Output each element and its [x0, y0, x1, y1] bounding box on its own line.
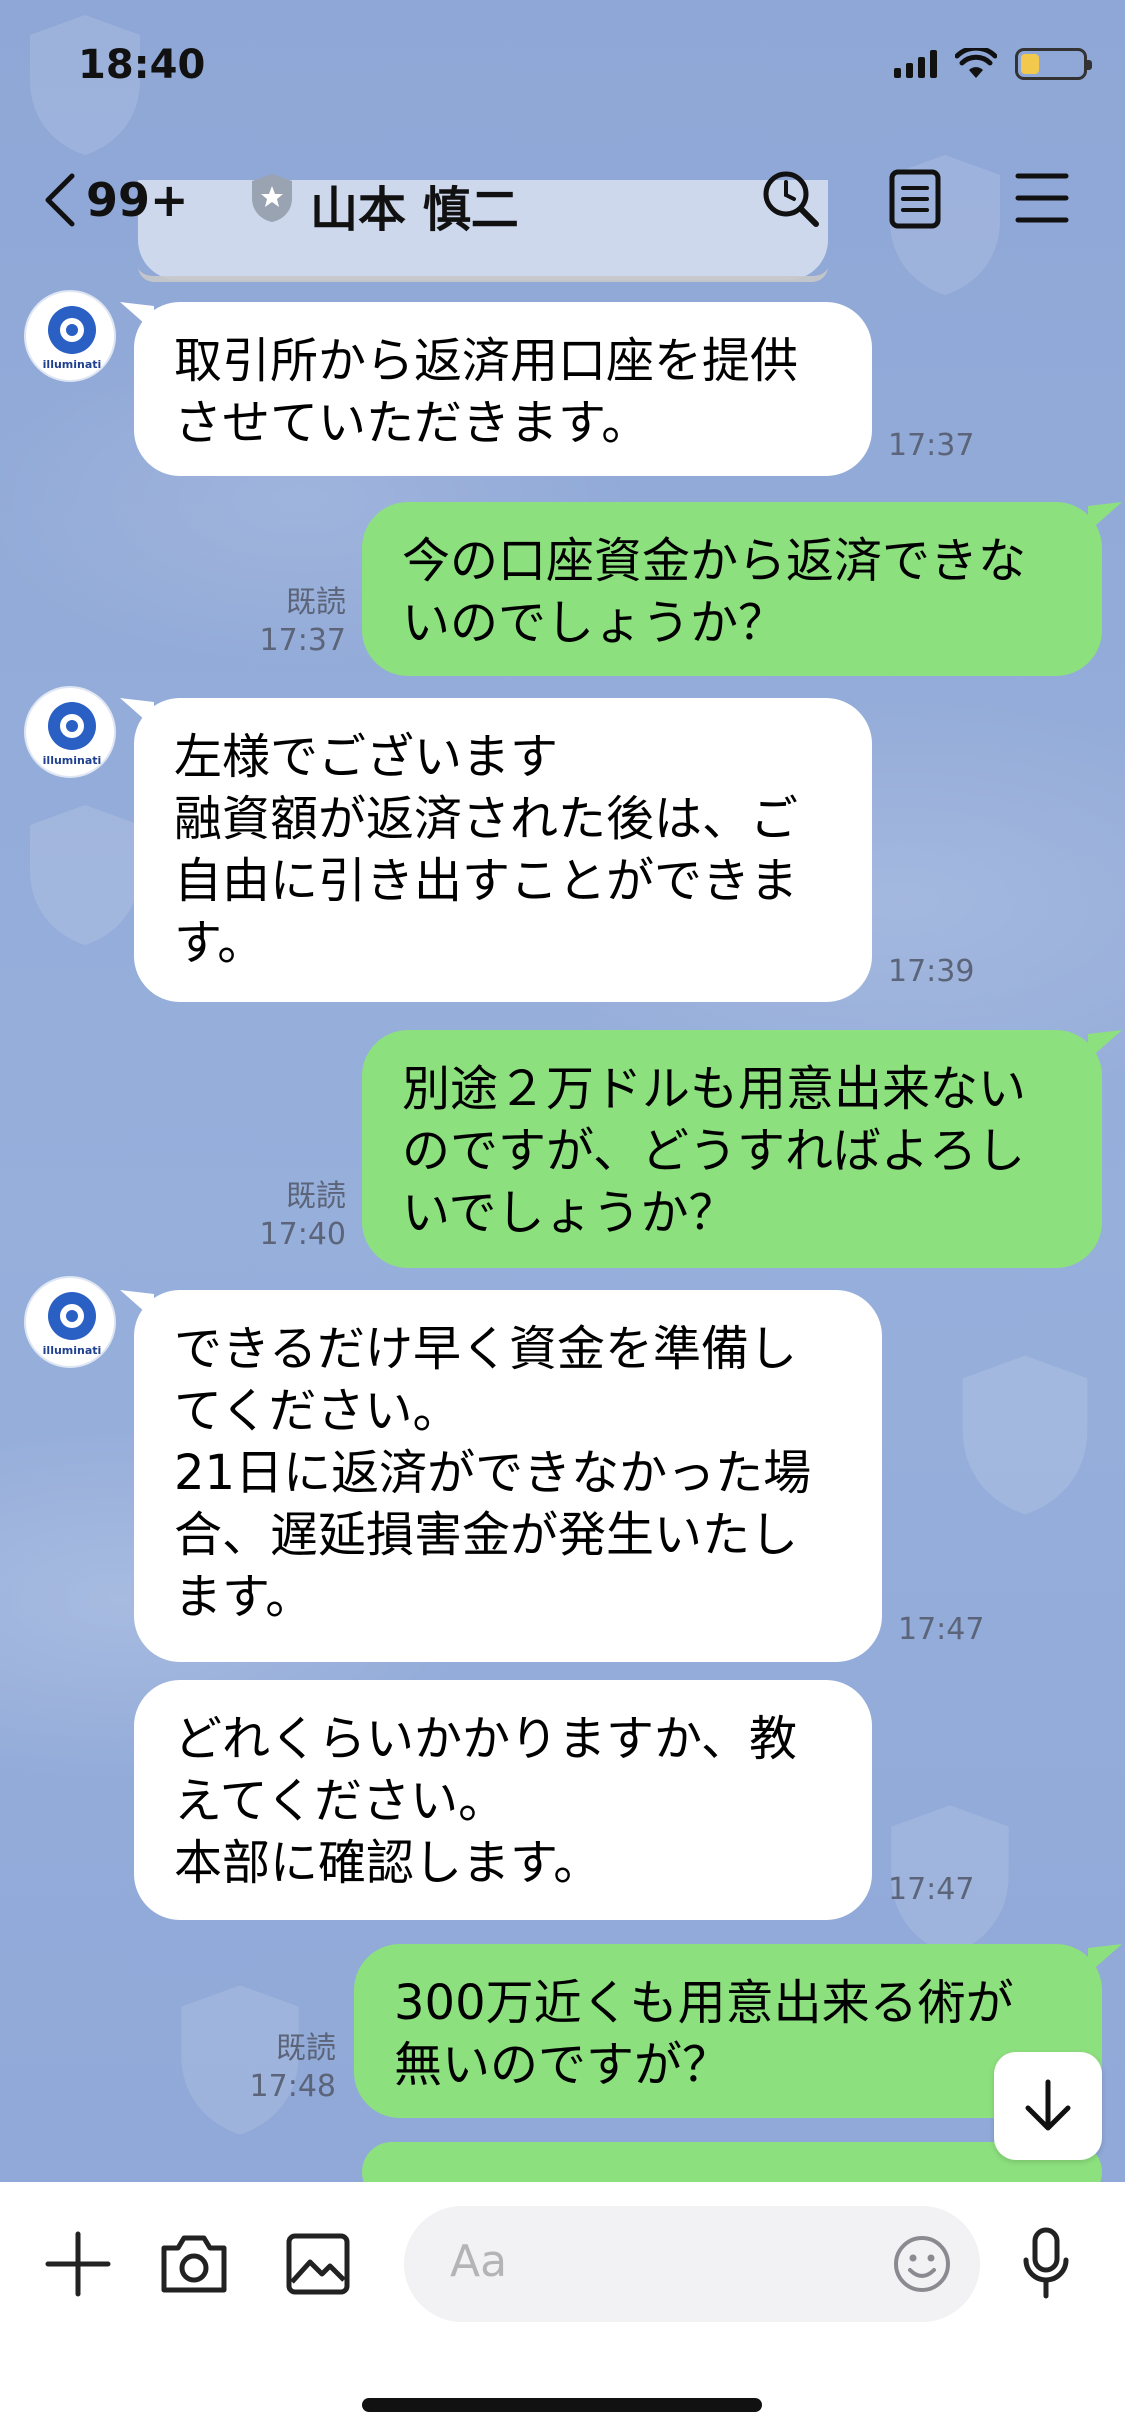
read-label: 既読	[276, 2031, 336, 2066]
message-time: 17:48	[249, 2069, 336, 2104]
message-time: 17:47	[898, 1612, 985, 1647]
message-time: 17:39	[888, 954, 975, 989]
camera-icon[interactable]	[158, 2230, 230, 2298]
shield-icon	[252, 174, 292, 222]
image-icon[interactable]	[284, 2230, 352, 2298]
read-label: 既読	[286, 1179, 346, 1214]
read-receipt: 既読 17:40	[240, 1178, 346, 1254]
illuminati-logo-icon: illuminati	[43, 1292, 102, 1357]
shield-watermark-icon	[30, 805, 140, 945]
message-bubble-outgoing[interactable]: 300万近くも用意出来る術が 無いのですが？	[354, 1944, 1102, 2118]
read-receipt: 既読 17:37	[240, 584, 346, 660]
status-time: 18:40	[78, 42, 206, 88]
bubble-tail	[1088, 1030, 1122, 1060]
plus-icon[interactable]	[44, 2230, 112, 2298]
battery-icon	[1015, 48, 1092, 80]
message-bubble-incoming[interactable]: できるだけ早く資金を準備し てください。 21日に返済ができなかった場 合、遅延…	[134, 1290, 882, 1662]
unread-count: 99+	[86, 173, 189, 227]
read-receipt: 既読 17:48	[230, 2030, 336, 2106]
avatar[interactable]: illuminati	[24, 290, 116, 382]
message-time: 17:40	[259, 1217, 346, 1252]
previous-message-edge	[138, 266, 828, 282]
notes-icon[interactable]	[888, 168, 942, 230]
chevron-left-icon	[45, 173, 75, 227]
message-time: 17:37	[259, 623, 346, 658]
arrow-down-icon	[1025, 2079, 1071, 2131]
home-indicator	[362, 2398, 762, 2412]
wifi-icon	[955, 48, 997, 78]
message-text-field[interactable]	[450, 2236, 890, 2287]
message-bubble-outgoing[interactable]: 今の口座資金から返済できな いのでしょうか？	[362, 502, 1102, 676]
cellular-signal-icon	[894, 50, 937, 78]
menu-icon[interactable]	[1014, 168, 1070, 228]
avatar-label: illuminati	[43, 754, 102, 767]
message-time: 17:37	[888, 428, 975, 463]
message-bubble-outgoing[interactable]: 別途２万ドルも用意出来ない のですが、どうすればよろし いでしょうか？	[362, 1030, 1102, 1268]
avatar[interactable]: illuminati	[24, 1276, 116, 1368]
message-bubble-incoming[interactable]: 左様でございます 融資額が返済された後は、ご 自由に引き出すことができま す。	[134, 698, 872, 1002]
avatar-label: illuminati	[43, 1344, 102, 1357]
emoji-icon[interactable]	[892, 2234, 952, 2294]
message-bubble-incoming[interactable]: 取引所から返済用口座を提供 させていただきます。	[134, 302, 872, 476]
search-icon[interactable]	[760, 168, 822, 230]
scroll-to-bottom-button[interactable]	[994, 2052, 1102, 2160]
message-time: 17:47	[888, 1872, 975, 1907]
read-label: 既読	[286, 585, 346, 620]
back-button[interactable]: 99+	[42, 172, 189, 228]
bubble-tail	[1088, 1944, 1122, 1974]
message-bubble-incoming[interactable]: どれくらいかかりますか、教 えてください。 本部に確認します。	[134, 1680, 872, 1920]
bubble-tail	[1088, 502, 1122, 532]
status-icons	[894, 48, 1092, 80]
illuminati-logo-icon: illuminati	[43, 702, 102, 767]
illuminati-logo-icon: illuminati	[43, 306, 102, 371]
message-input[interactable]	[404, 2206, 980, 2322]
chat-header: 99+ 山本 慎二	[0, 150, 1125, 250]
avatar[interactable]: illuminati	[24, 686, 116, 778]
mic-icon[interactable]	[1018, 2226, 1074, 2302]
chat-title: 山本 慎二	[310, 182, 519, 238]
shield-watermark-icon	[962, 1355, 1088, 1515]
avatar-label: illuminati	[43, 358, 102, 371]
